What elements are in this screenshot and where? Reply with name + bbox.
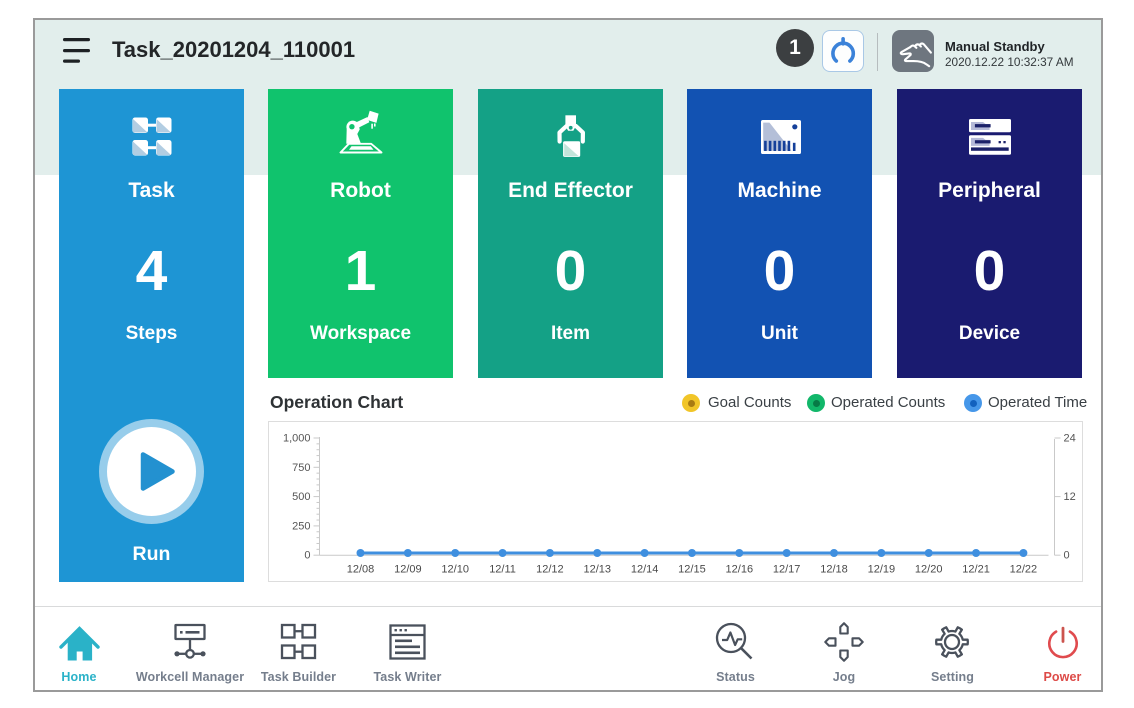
svg-text:500: 500 [292,491,310,503]
svg-text:12/08: 12/08 [347,564,375,576]
svg-text:1,000: 1,000 [283,433,311,445]
svg-text:12/13: 12/13 [583,564,611,576]
svg-text:12/10: 12/10 [441,564,469,576]
svg-text:12/15: 12/15 [678,564,706,576]
svg-text:12/12: 12/12 [536,564,564,576]
svg-text:12/11: 12/11 [489,564,516,576]
svg-text:12/14: 12/14 [631,564,659,576]
svg-text:12/19: 12/19 [868,564,896,576]
svg-text:24: 24 [1064,433,1076,445]
svg-text:12: 12 [1064,491,1076,503]
svg-text:12/20: 12/20 [915,564,943,576]
svg-text:12/17: 12/17 [773,564,801,576]
svg-text:750: 750 [292,462,310,474]
svg-text:0: 0 [304,550,310,562]
svg-text:12/09: 12/09 [394,564,422,576]
svg-text:12/22: 12/22 [1010,564,1038,576]
svg-text:12/21: 12/21 [962,564,990,576]
svg-text:250: 250 [292,520,310,532]
svg-text:12/16: 12/16 [726,564,754,576]
svg-text:12/18: 12/18 [820,564,848,576]
svg-text:0: 0 [1064,550,1070,562]
